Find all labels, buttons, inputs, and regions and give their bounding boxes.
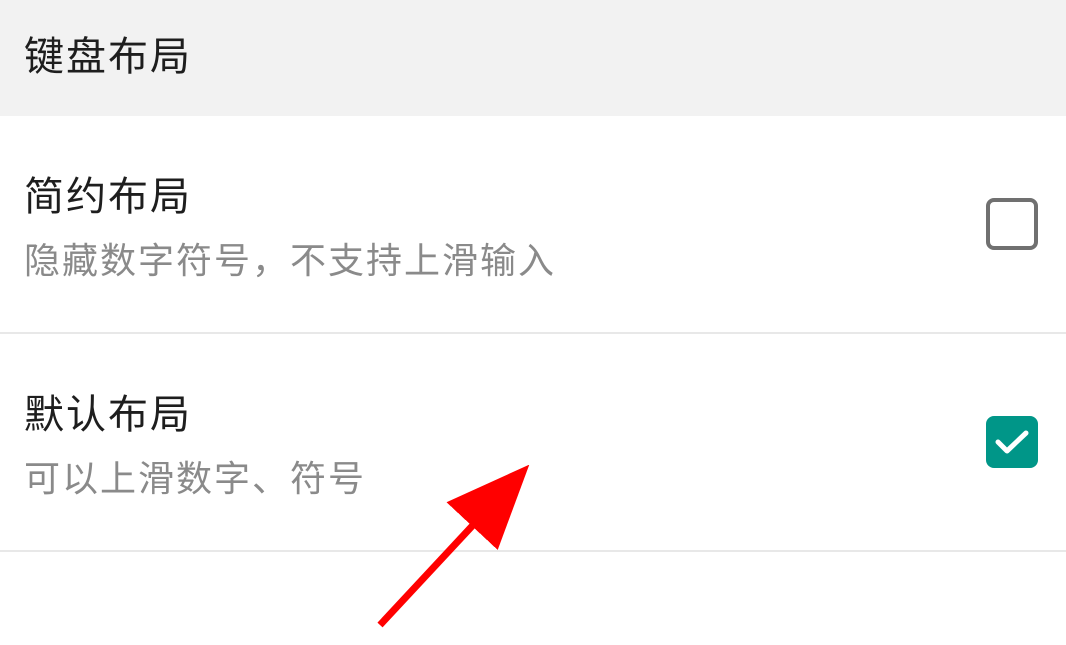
checkbox-default-layout[interactable]: [986, 416, 1038, 468]
setting-item-simple-layout[interactable]: 简约布局 隐藏数字符号，不支持上滑输入: [0, 116, 1066, 334]
checkbox-simple-layout[interactable]: [986, 198, 1038, 250]
setting-default-layout-description: 可以上滑数字、符号: [24, 450, 986, 502]
setting-default-layout-title: 默认布局: [24, 382, 986, 440]
setting-text-block: 简约布局 隐藏数字符号，不支持上滑输入: [24, 164, 986, 284]
checkmark-icon: [995, 429, 1029, 455]
settings-header: 键盘布局: [0, 0, 1066, 116]
setting-simple-layout-title: 简约布局: [24, 164, 986, 222]
page-title: 键盘布局: [24, 24, 1042, 82]
checkbox-unchecked-icon: [986, 198, 1038, 250]
setting-simple-layout-description: 隐藏数字符号，不支持上滑输入: [24, 232, 986, 284]
settings-list: 简约布局 隐藏数字符号，不支持上滑输入 默认布局 可以上滑数字、符号: [0, 116, 1066, 552]
setting-text-block: 默认布局 可以上滑数字、符号: [24, 382, 986, 502]
setting-item-default-layout[interactable]: 默认布局 可以上滑数字、符号: [0, 334, 1066, 552]
checkbox-checked-icon: [986, 416, 1038, 468]
